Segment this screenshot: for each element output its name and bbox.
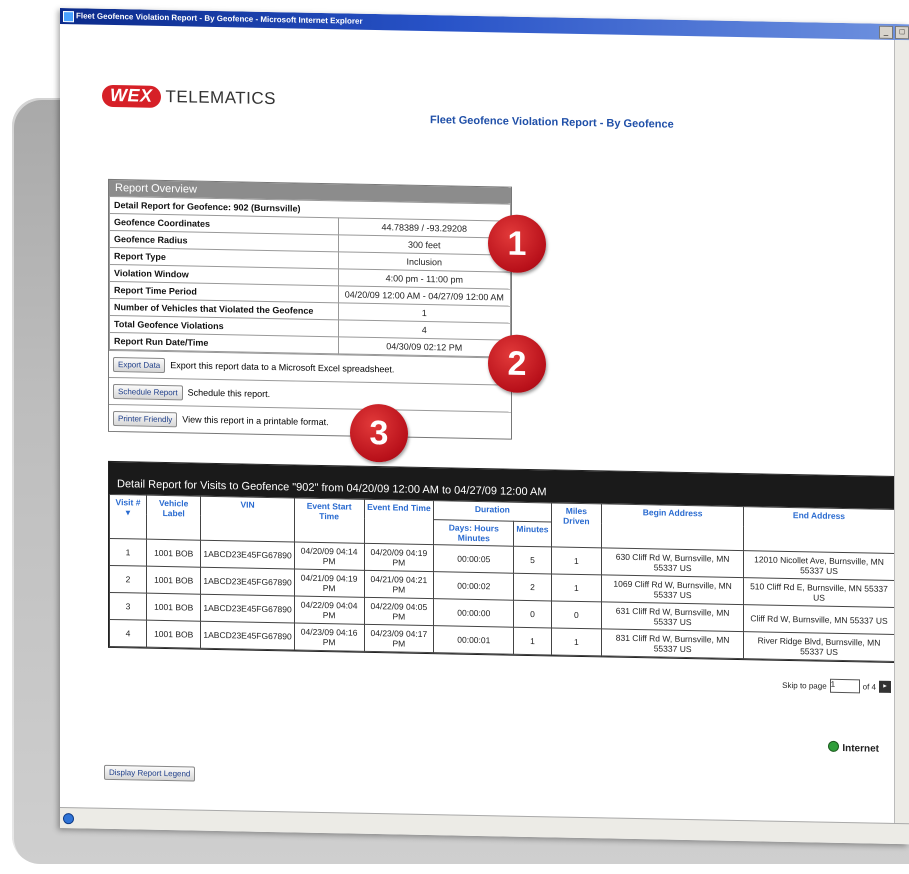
page-count: of 4 [862,681,876,692]
visits-table: Visit # ▼ Vehicle Label VIN Event Start … [109,494,895,662]
export-data-button[interactable]: Export Data [113,356,166,373]
overview-table: Detail Report for Geofence: 902 (Burnsvi… [109,196,511,358]
col-end-address[interactable]: End Address [743,506,895,554]
page-status-icon [63,813,74,825]
export-description: Export this report data to a Microsoft E… [170,360,395,375]
col-vin[interactable]: VIN [200,496,295,542]
display-report-legend-button[interactable]: Display Report Legend [104,764,196,782]
page-content: WEX TELEMATICS Fleet Geofence Violation … [60,24,896,824]
pagination: Skip to page 1 of 4 ▸ [782,678,891,694]
col-duration: Duration [433,500,551,522]
window-title: Fleet Geofence Violation Report - By Geo… [76,11,363,26]
ie-icon [63,11,74,23]
col-event-end[interactable]: Event End Time [364,499,434,545]
callout-badge-3: 3 [350,403,408,463]
wex-logo: WEX TELEMATICS [102,84,276,110]
schedule-description: Schedule this report. [187,387,271,400]
detail-report-panel: Detail Report for Visits to Geofence "90… [108,460,896,694]
report-overview-panel: Report Overview Detail Report for Geofen… [108,178,512,440]
maximize-button[interactable]: □ [895,26,909,40]
page-number-input[interactable]: 1 [829,678,860,694]
col-visit[interactable]: Visit # ▼ [109,494,147,540]
vertical-scrollbar[interactable] [894,40,909,825]
col-miles-driven[interactable]: Miles Driven [551,502,602,548]
logo-mark: WEX [102,84,161,108]
col-event-start[interactable]: Event Start Time [294,497,364,544]
globe-icon [828,740,840,752]
printer-description: View this report in a printable format. [182,414,329,428]
sort-desc-icon[interactable]: ▼ [124,508,132,517]
schedule-report-button[interactable]: Schedule Report [113,383,183,400]
skip-to-page-label: Skip to page [782,680,827,691]
col-minutes[interactable]: Minutes [513,521,551,547]
page-title: Fleet Geofence Violation Report - By Geo… [430,114,674,131]
go-page-button[interactable]: ▸ [879,680,891,693]
minimize-button[interactable]: _ [879,25,893,39]
callout-badge-2: 2 [488,334,546,394]
browser-window: Fleet Geofence Violation Report - By Geo… [60,8,909,845]
security-zone: Internet [828,740,879,755]
col-begin-address[interactable]: Begin Address [601,503,744,551]
callout-badge-1: 1 [488,214,546,274]
col-vehicle-label[interactable]: Vehicle Label [146,495,201,541]
col-days-hours[interactable]: Days: Hours Minutes [433,519,514,547]
printer-friendly-button[interactable]: Printer Friendly [113,410,178,427]
logo-text: TELEMATICS [165,87,276,109]
